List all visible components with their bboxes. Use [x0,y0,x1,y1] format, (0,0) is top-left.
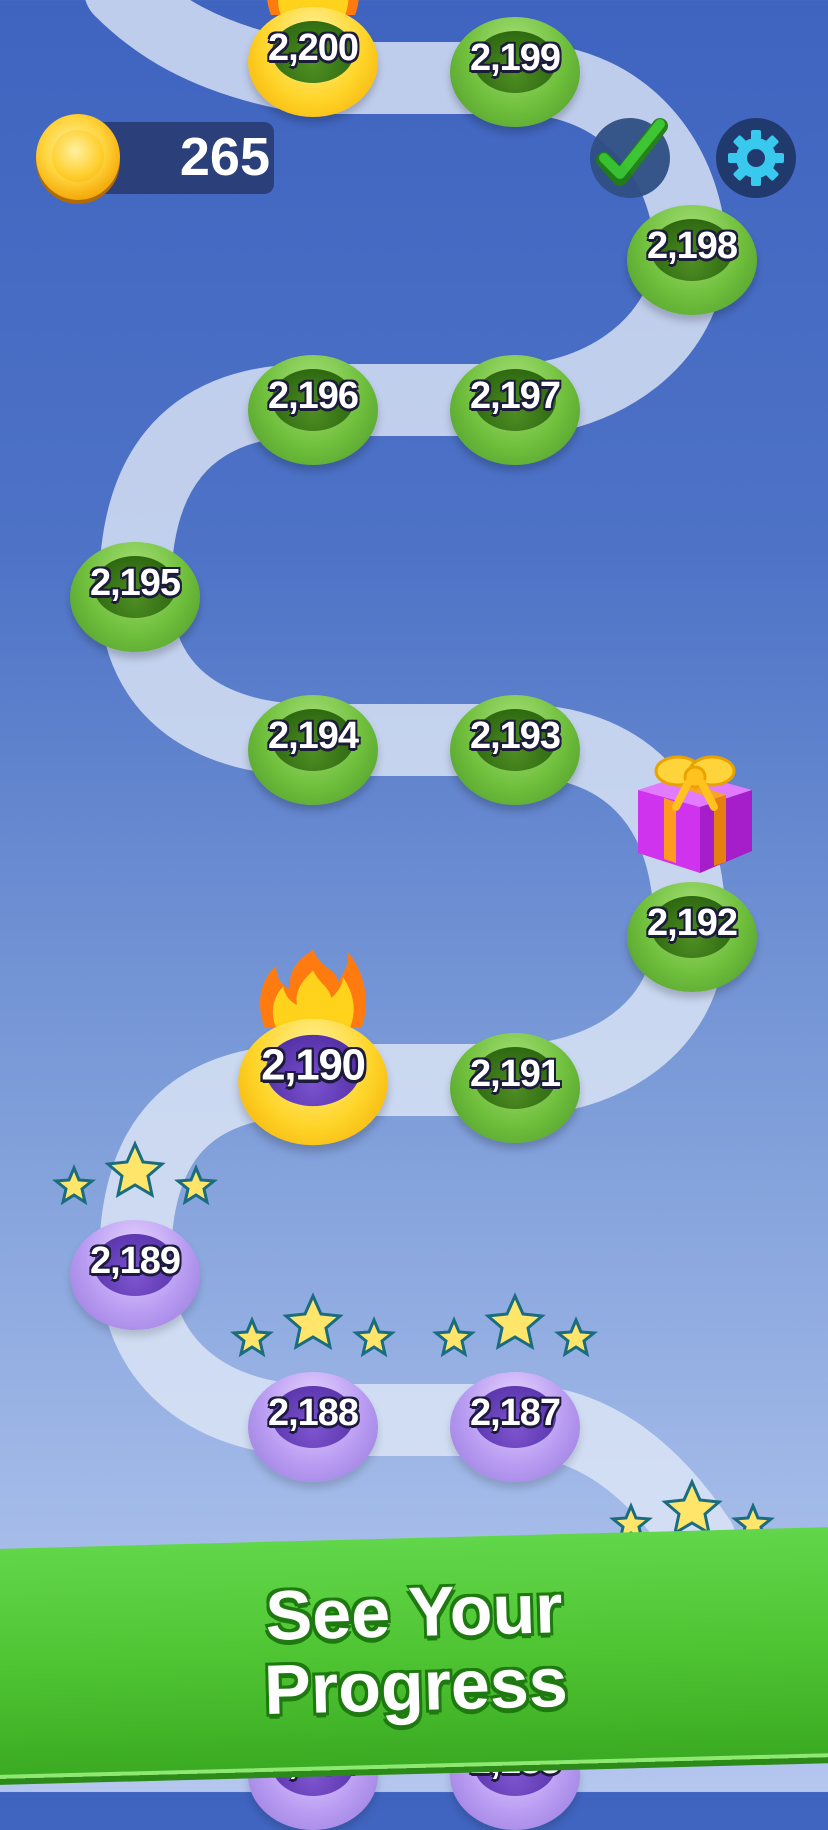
level-number: 2,196 [267,375,359,417]
level-node[interactable]: 2,187 [450,1372,580,1482]
level-node[interactable]: 2,194 [248,695,378,805]
level-node[interactable]: 2,188 [248,1372,378,1482]
coin-count: 265 [179,127,270,187]
gift-reward[interactable] [628,745,758,875]
level-node[interactable]: 2,199 [450,17,580,127]
gift-icon [638,755,752,873]
level-number: 2,199 [469,37,561,79]
level-number: 2,190 [261,1041,366,1091]
level-number: 2,198 [646,225,738,267]
complete-button[interactable] [590,118,670,198]
checkmark-icon [596,118,668,186]
level-node[interactable]: 2,189 [70,1220,200,1330]
level-node[interactable]: 2,198 [627,205,757,315]
level-number: 2,187 [469,1392,561,1434]
current-level-node[interactable]: 2,190 [238,949,388,1146]
level-number: 2,191 [469,1053,561,1095]
level-node[interactable]: 2,196 [248,355,378,465]
coin-icon [36,114,120,200]
settings-button[interactable] [716,118,796,198]
level-number: 2,193 [469,715,561,757]
level-number: 2,194 [267,715,359,757]
promo-banner: See Your Progress [0,1526,828,1780]
level-node[interactable]: 2,195 [70,542,200,652]
level-number: 2,195 [89,562,181,604]
three-stars [432,1292,598,1358]
level-node[interactable]: 2,197 [450,355,580,465]
level-number: 2,200 [267,27,359,69]
level-node[interactable]: 2,193 [450,695,580,805]
level-node[interactable]: 2,200 [248,0,378,117]
level-number: 2,188 [267,1392,359,1434]
level-number: 2,192 [646,902,738,944]
level-number: 2,189 [89,1240,181,1282]
level-number: 2,197 [469,375,561,417]
level-node[interactable]: 2,192 [627,882,757,992]
three-stars [52,1140,218,1206]
level-node[interactable]: 2,191 [450,1033,580,1143]
three-stars [230,1292,396,1358]
gear-icon [728,130,784,186]
